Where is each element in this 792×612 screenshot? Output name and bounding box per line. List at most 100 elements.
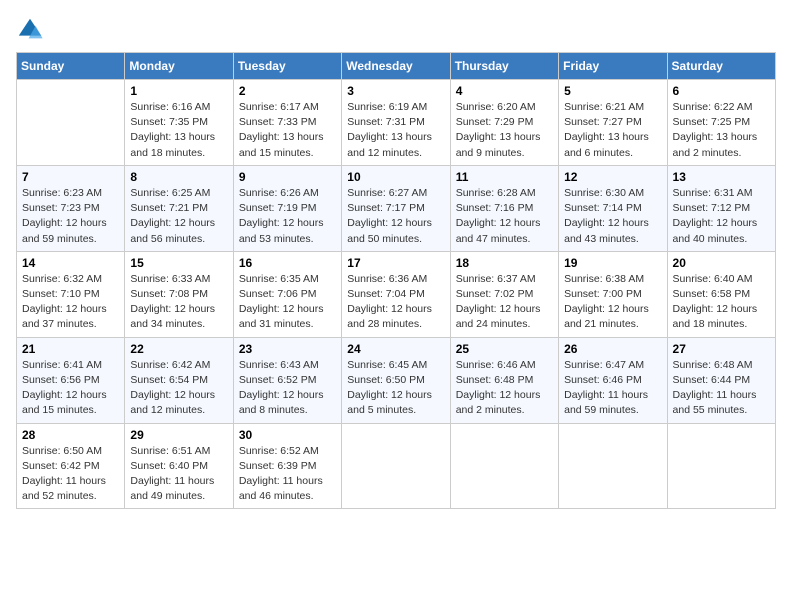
calendar-cell [667,423,775,509]
day-number: 22 [130,342,227,356]
day-number: 6 [673,84,770,98]
day-number: 11 [456,170,553,184]
weekday-header-monday: Monday [125,53,233,80]
calendar-cell: 24 Sunrise: 6:45 AMSunset: 6:50 PMDayligh… [342,337,450,423]
day-info: Sunrise: 6:42 AMSunset: 6:54 PMDaylight:… [130,358,227,419]
calendar-cell: 6 Sunrise: 6:22 AMSunset: 7:25 PMDaylight… [667,80,775,166]
day-info: Sunrise: 6:16 AMSunset: 7:35 PMDaylight:… [130,100,227,161]
calendar-cell: 2 Sunrise: 6:17 AMSunset: 7:33 PMDaylight… [233,80,341,166]
day-info: Sunrise: 6:45 AMSunset: 6:50 PMDaylight:… [347,358,444,419]
day-number: 5 [564,84,661,98]
day-info: Sunrise: 6:43 AMSunset: 6:52 PMDaylight:… [239,358,336,419]
day-number: 12 [564,170,661,184]
day-info: Sunrise: 6:32 AMSunset: 7:10 PMDaylight:… [22,272,119,333]
calendar-cell: 14 Sunrise: 6:32 AMSunset: 7:10 PMDayligh… [17,251,125,337]
calendar-cell: 26 Sunrise: 6:47 AMSunset: 6:46 PMDayligh… [559,337,667,423]
logo [16,16,48,44]
day-number: 3 [347,84,444,98]
day-info: Sunrise: 6:47 AMSunset: 6:46 PMDaylight:… [564,358,661,419]
calendar-cell: 12 Sunrise: 6:30 AMSunset: 7:14 PMDayligh… [559,165,667,251]
day-number: 23 [239,342,336,356]
day-number: 13 [673,170,770,184]
day-number: 21 [22,342,119,356]
day-number: 2 [239,84,336,98]
calendar-week-row: 14 Sunrise: 6:32 AMSunset: 7:10 PMDayligh… [17,251,776,337]
calendar-cell: 30 Sunrise: 6:52 AMSunset: 6:39 PMDayligh… [233,423,341,509]
day-info: Sunrise: 6:46 AMSunset: 6:48 PMDaylight:… [456,358,553,419]
day-info: Sunrise: 6:27 AMSunset: 7:17 PMDaylight:… [347,186,444,247]
day-info: Sunrise: 6:37 AMSunset: 7:02 PMDaylight:… [456,272,553,333]
calendar-cell [559,423,667,509]
day-number: 1 [130,84,227,98]
weekday-header-thursday: Thursday [450,53,558,80]
day-info: Sunrise: 6:21 AMSunset: 7:27 PMDaylight:… [564,100,661,161]
day-info: Sunrise: 6:33 AMSunset: 7:08 PMDaylight:… [130,272,227,333]
weekday-header-sunday: Sunday [17,53,125,80]
day-info: Sunrise: 6:20 AMSunset: 7:29 PMDaylight:… [456,100,553,161]
day-info: Sunrise: 6:52 AMSunset: 6:39 PMDaylight:… [239,444,336,505]
calendar-cell: 4 Sunrise: 6:20 AMSunset: 7:29 PMDaylight… [450,80,558,166]
day-number: 26 [564,342,661,356]
calendar-cell: 22 Sunrise: 6:42 AMSunset: 6:54 PMDayligh… [125,337,233,423]
day-info: Sunrise: 6:25 AMSunset: 7:21 PMDaylight:… [130,186,227,247]
calendar-cell [17,80,125,166]
page-header [16,16,776,44]
day-info: Sunrise: 6:23 AMSunset: 7:23 PMDaylight:… [22,186,119,247]
day-number: 8 [130,170,227,184]
day-info: Sunrise: 6:19 AMSunset: 7:31 PMDaylight:… [347,100,444,161]
calendar-cell: 20 Sunrise: 6:40 AMSunset: 6:58 PMDayligh… [667,251,775,337]
day-number: 16 [239,256,336,270]
calendar-cell: 19 Sunrise: 6:38 AMSunset: 7:00 PMDayligh… [559,251,667,337]
calendar-cell: 18 Sunrise: 6:37 AMSunset: 7:02 PMDayligh… [450,251,558,337]
calendar-cell: 27 Sunrise: 6:48 AMSunset: 6:44 PMDayligh… [667,337,775,423]
day-info: Sunrise: 6:17 AMSunset: 7:33 PMDaylight:… [239,100,336,161]
calendar-week-row: 1 Sunrise: 6:16 AMSunset: 7:35 PMDaylight… [17,80,776,166]
calendar-cell: 17Sunrise: 6:36 AMSunset: 7:04 PMDayligh… [342,251,450,337]
day-info: Sunrise: 6:48 AMSunset: 6:44 PMDaylight:… [673,358,770,419]
day-info: Sunrise: 6:28 AMSunset: 7:16 PMDaylight:… [456,186,553,247]
day-info: Sunrise: 6:26 AMSunset: 7:19 PMDaylight:… [239,186,336,247]
day-info: Sunrise: 6:35 AMSunset: 7:06 PMDaylight:… [239,272,336,333]
day-number: 18 [456,256,553,270]
day-number: 15 [130,256,227,270]
day-number: 27 [673,342,770,356]
calendar-header-row: SundayMondayTuesdayWednesdayThursdayFrid… [17,53,776,80]
weekday-header-wednesday: Wednesday [342,53,450,80]
day-number: 20 [673,256,770,270]
day-info: Sunrise: 6:40 AMSunset: 6:58 PMDaylight:… [673,272,770,333]
calendar-table: SundayMondayTuesdayWednesdayThursdayFrid… [16,52,776,509]
day-info: Sunrise: 6:41 AMSunset: 6:56 PMDaylight:… [22,358,119,419]
day-number: 25 [456,342,553,356]
calendar-cell: 10Sunrise: 6:27 AMSunset: 7:17 PMDayligh… [342,165,450,251]
calendar-week-row: 7Sunrise: 6:23 AMSunset: 7:23 PMDaylight… [17,165,776,251]
calendar-cell: 25 Sunrise: 6:46 AMSunset: 6:48 PMDayligh… [450,337,558,423]
day-number: 30 [239,428,336,442]
calendar-week-row: 21 Sunrise: 6:41 AMSunset: 6:56 PMDayligh… [17,337,776,423]
day-number: 9 [239,170,336,184]
day-number: 19 [564,256,661,270]
day-info: Sunrise: 6:36 AMSunset: 7:04 PMDaylight:… [347,272,444,333]
logo-icon [16,16,44,44]
day-info: Sunrise: 6:38 AMSunset: 7:00 PMDaylight:… [564,272,661,333]
day-info: Sunrise: 6:22 AMSunset: 7:25 PMDaylight:… [673,100,770,161]
day-info: Sunrise: 6:50 AMSunset: 6:42 PMDaylight:… [22,444,119,505]
calendar-cell: 28 Sunrise: 6:50 AMSunset: 6:42 PMDayligh… [17,423,125,509]
day-number: 14 [22,256,119,270]
day-info: Sunrise: 6:51 AMSunset: 6:40 PMDaylight:… [130,444,227,505]
calendar-cell: 21 Sunrise: 6:41 AMSunset: 6:56 PMDayligh… [17,337,125,423]
calendar-cell: 16 Sunrise: 6:35 AMSunset: 7:06 PMDayligh… [233,251,341,337]
day-number: 24 [347,342,444,356]
calendar-cell: 23 Sunrise: 6:43 AMSunset: 6:52 PMDayligh… [233,337,341,423]
calendar-cell: 9 Sunrise: 6:26 AMSunset: 7:19 PMDaylight… [233,165,341,251]
calendar-cell: 1 Sunrise: 6:16 AMSunset: 7:35 PMDaylight… [125,80,233,166]
calendar-cell: 15 Sunrise: 6:33 AMSunset: 7:08 PMDayligh… [125,251,233,337]
day-info: Sunrise: 6:31 AMSunset: 7:12 PMDaylight:… [673,186,770,247]
day-number: 28 [22,428,119,442]
day-info: Sunrise: 6:30 AMSunset: 7:14 PMDaylight:… [564,186,661,247]
calendar-cell: 8 Sunrise: 6:25 AMSunset: 7:21 PMDaylight… [125,165,233,251]
calendar-cell: 29Sunrise: 6:51 AMSunset: 6:40 PMDayligh… [125,423,233,509]
calendar-cell: 3 Sunrise: 6:19 AMSunset: 7:31 PMDaylight… [342,80,450,166]
calendar-cell [450,423,558,509]
calendar-cell: 7Sunrise: 6:23 AMSunset: 7:23 PMDaylight… [17,165,125,251]
day-number: 4 [456,84,553,98]
